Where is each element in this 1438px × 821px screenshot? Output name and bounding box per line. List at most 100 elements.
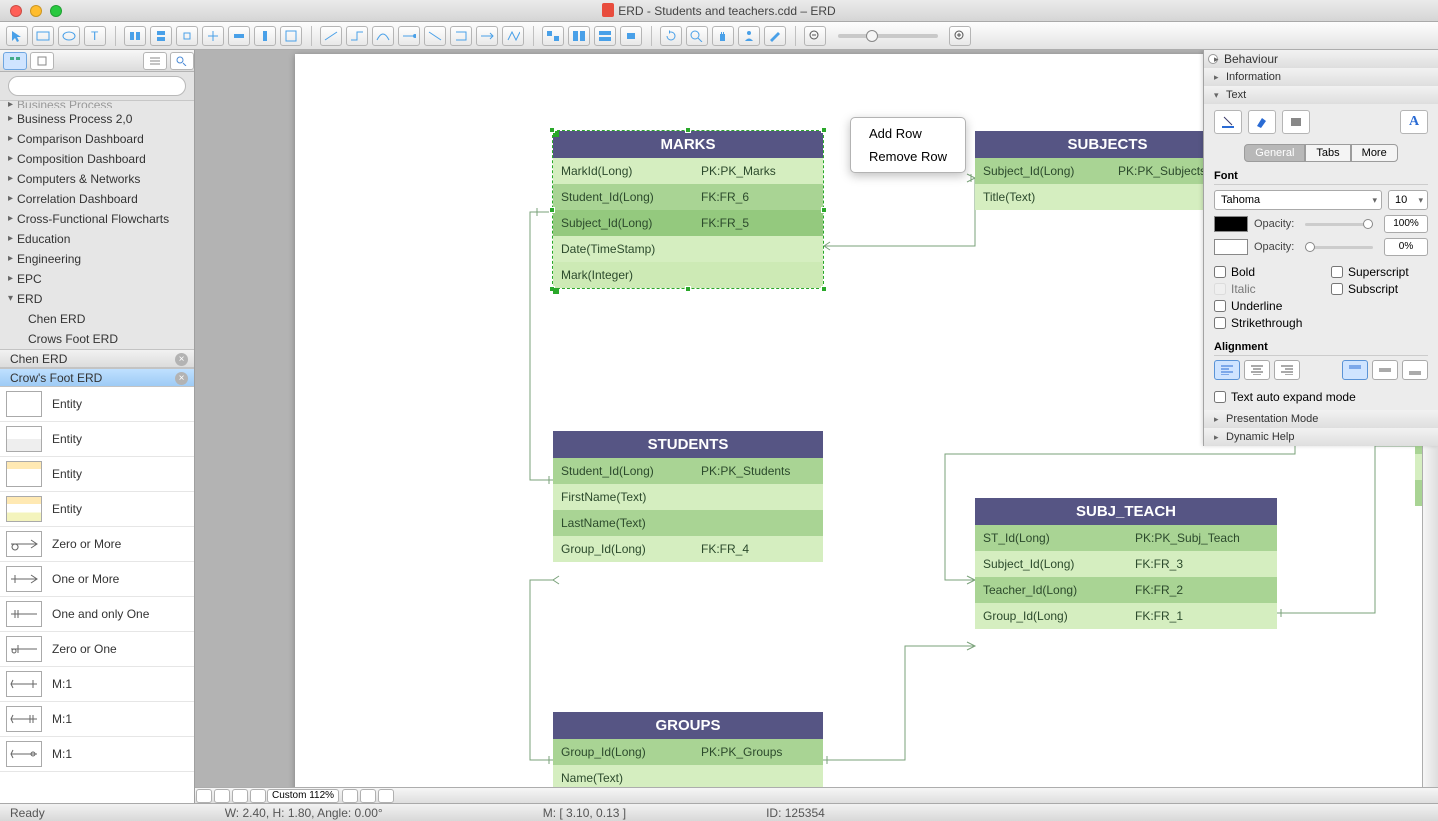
table-subj-teach[interactable]: SUBJ_TEACH ST_Id(Long)PK:PK_Subj_Teach S…	[975, 498, 1277, 629]
table-row[interactable]: Teacher_Id(Long)FK:FR_2	[975, 577, 1277, 603]
connector-tool-2[interactable]	[424, 26, 446, 46]
canvas-area[interactable]: MARKS MarkId(Long)PK:PK_Marks Student_Id…	[195, 50, 1438, 803]
category-child[interactable]: Crows Foot ERD	[0, 329, 194, 349]
table-row[interactable]: Subject_Id(Long)FK:FR_3	[975, 551, 1277, 577]
category-item[interactable]: Engineering	[0, 249, 194, 269]
category-item[interactable]: Cross-Functional Flowcharts	[0, 209, 194, 229]
align-tool-5[interactable]	[228, 26, 250, 46]
grid-btn-3[interactable]	[378, 789, 394, 803]
connector-tool-4[interactable]	[476, 26, 498, 46]
subscript-checkbox[interactable]: Subscript	[1331, 282, 1428, 296]
zoom-label[interactable]: Custom 112%	[267, 789, 339, 803]
underline-tool[interactable]	[1214, 110, 1242, 134]
table-row[interactable]: Student_Id(Long)FK:FR_6	[553, 184, 823, 210]
autoexpand-checkbox[interactable]: Text auto expand mode	[1214, 390, 1428, 404]
table-row[interactable]: Group_Id(Long)FK:FR_4	[553, 536, 823, 562]
bold-checkbox[interactable]: Bold	[1214, 265, 1311, 279]
scroll-next-button[interactable]	[232, 789, 248, 803]
table-row[interactable]: Group_Id(Long)FK:FR_1	[975, 603, 1277, 629]
arrange-tool-3[interactable]	[594, 26, 616, 46]
search-tab[interactable]	[170, 52, 194, 70]
inspector-presentation-mode[interactable]: Presentation Mode	[1204, 410, 1438, 428]
list-view-tab[interactable]	[143, 52, 167, 70]
font-size-select[interactable]: 10	[1388, 190, 1428, 210]
category-item[interactable]: Comparison Dashboard	[0, 129, 194, 149]
table-row[interactable]: Date(TimeStamp)	[553, 236, 823, 262]
horizontal-scrollbar[interactable]: Custom 112%	[195, 787, 1438, 803]
table-students[interactable]: STUDENTS Student_Id(Long)PK:PK_Students …	[553, 431, 823, 562]
opacity-value-1[interactable]: 100%	[1384, 215, 1428, 233]
table-subjects[interactable]: SUBJECTS Subject_Id(Long)PK:PK_Subjects …	[975, 131, 1240, 210]
pages-tab[interactable]	[30, 52, 54, 70]
inspector-section-text[interactable]: Text	[1204, 86, 1438, 104]
section-chen-erd[interactable]: Chen ERD×	[0, 349, 194, 368]
scroll-first-button[interactable]	[196, 789, 212, 803]
grid-btn-1[interactable]	[342, 789, 358, 803]
opacity-slider-2[interactable]	[1305, 246, 1373, 249]
brush-tool[interactable]	[764, 26, 786, 46]
category-item[interactable]: EPC	[0, 269, 194, 289]
close-icon[interactable]: ×	[175, 372, 188, 385]
table-row[interactable]: Student_Id(Long)PK:PK_Students	[553, 458, 823, 484]
category-item[interactable]: Education	[0, 229, 194, 249]
tab-tabs[interactable]: Tabs	[1305, 144, 1350, 162]
bg-color-swatch[interactable]	[1214, 239, 1248, 255]
zoom-out-button[interactable]	[804, 26, 826, 46]
opacity-slider-1[interactable]	[1305, 223, 1373, 226]
align-left-button[interactable]	[1214, 360, 1240, 380]
inspector-section-information[interactable]: Information	[1204, 68, 1438, 86]
inspector-section-behaviour[interactable]: Behaviour	[1204, 50, 1438, 68]
stencil-item[interactable]: M:1	[0, 702, 194, 737]
magnify-tool[interactable]	[686, 26, 708, 46]
valign-top-button[interactable]	[1342, 360, 1368, 380]
group-tool[interactable]	[280, 26, 302, 46]
scroll-last-button[interactable]	[250, 789, 266, 803]
stencil-item[interactable]: Zero or More	[0, 527, 194, 562]
align-tool-4[interactable]	[202, 26, 224, 46]
stencil-item[interactable]: M:1	[0, 667, 194, 702]
section-crows-foot[interactable]: Crow's Foot ERD×	[0, 368, 194, 387]
table-row[interactable]: FirstName(Text)	[553, 484, 823, 510]
text-tool[interactable]: T	[84, 26, 106, 46]
strike-checkbox[interactable]: Strikethrough	[1214, 316, 1311, 330]
rect-tool[interactable]	[32, 26, 54, 46]
box-tool[interactable]	[1282, 110, 1310, 134]
stencil-item[interactable]: Entity	[0, 422, 194, 457]
stencil-item[interactable]: M:1	[0, 737, 194, 772]
underline-checkbox[interactable]: Underline	[1214, 299, 1311, 313]
library-tab[interactable]	[3, 52, 27, 70]
inspector-dynamic-help[interactable]: Dynamic Help	[1204, 428, 1438, 446]
stencil-item[interactable]: One and only One	[0, 597, 194, 632]
menu-add-row[interactable]: Add Row	[851, 122, 965, 145]
table-marks[interactable]: MARKS MarkId(Long)PK:PK_Marks Student_Id…	[553, 131, 823, 288]
person-tool[interactable]	[738, 26, 760, 46]
align-tool-6[interactable]	[254, 26, 276, 46]
font-family-select[interactable]: Tahoma	[1214, 190, 1382, 210]
tab-more[interactable]: More	[1351, 144, 1398, 162]
scroll-prev-button[interactable]	[214, 789, 230, 803]
arrange-tool-2[interactable]	[568, 26, 590, 46]
zoom-slider[interactable]	[838, 34, 938, 38]
valign-mid-button[interactable]	[1372, 360, 1398, 380]
table-row[interactable]: MarkId(Long)PK:PK_Marks	[553, 158, 823, 184]
valign-bot-button[interactable]	[1402, 360, 1428, 380]
pointer-tool[interactable]	[6, 26, 28, 46]
rotate-tool[interactable]	[660, 26, 682, 46]
curve-tool[interactable]	[372, 26, 394, 46]
category-child[interactable]: Chen ERD	[0, 309, 194, 329]
table-row[interactable]: LastName(Text)	[553, 510, 823, 536]
table-row[interactable]: Title(Text)	[975, 184, 1240, 210]
align-tool-3[interactable]	[176, 26, 198, 46]
text-color-swatch[interactable]	[1214, 216, 1248, 232]
close-icon[interactable]: ×	[175, 353, 188, 366]
align-tool-1[interactable]	[124, 26, 146, 46]
ellipse-tool[interactable]	[58, 26, 80, 46]
table-groups[interactable]: GROUPS Group_Id(Long)PK:PK_Groups Name(T…	[553, 712, 823, 791]
grid-btn-2[interactable]	[360, 789, 376, 803]
stencil-item[interactable]: Entity	[0, 387, 194, 422]
stencil-item[interactable]: One or More	[0, 562, 194, 597]
align-tool-2[interactable]	[150, 26, 172, 46]
table-row[interactable]: ST_Id(Long)PK:PK_Subj_Teach	[975, 525, 1277, 551]
connector-tool-3[interactable]	[450, 26, 472, 46]
search-input[interactable]	[8, 76, 186, 96]
